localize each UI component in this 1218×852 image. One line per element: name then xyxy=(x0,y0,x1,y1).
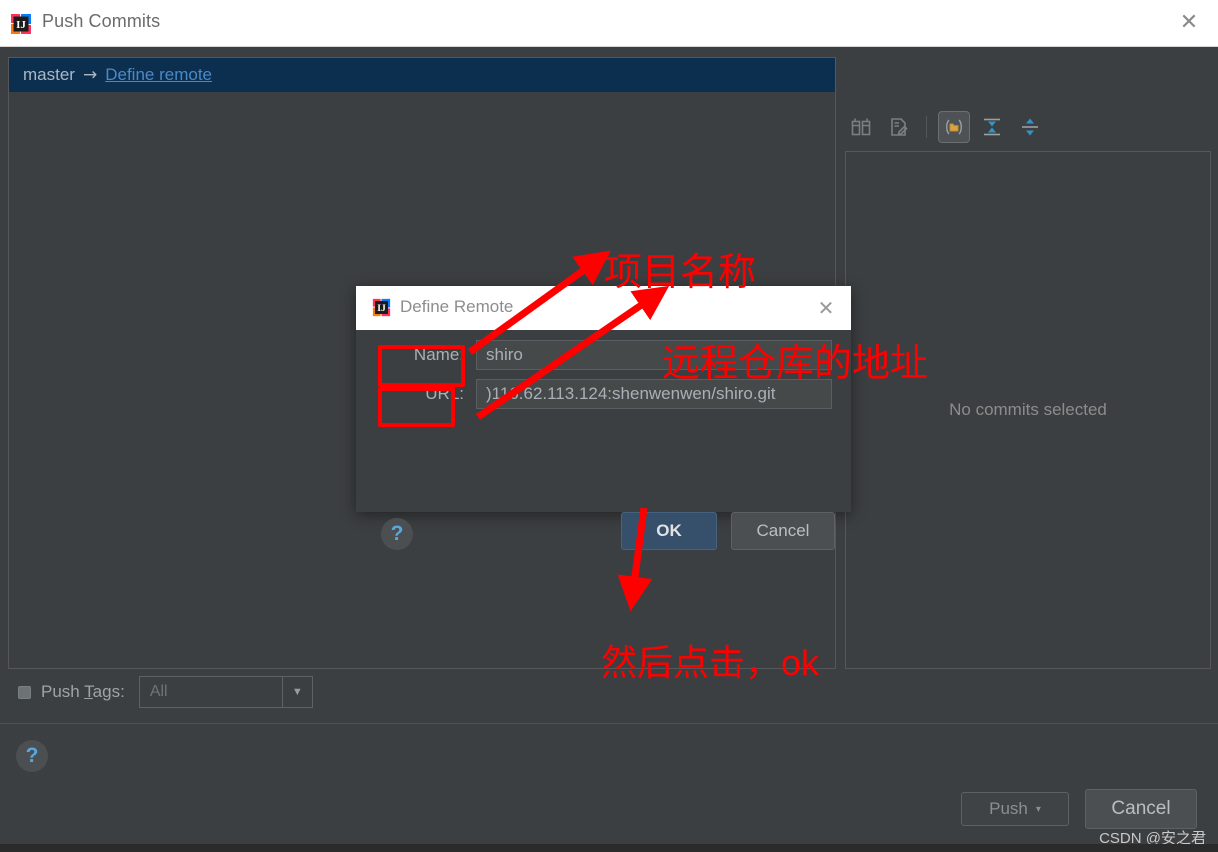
window-titlebar: IJ Push Commits ✕ xyxy=(0,0,1218,47)
branch-row[interactable]: master → Define remote xyxy=(9,58,835,92)
name-input[interactable]: shiro xyxy=(476,340,832,370)
dialog-help-button[interactable]: ? xyxy=(381,518,413,550)
push-tags-label-mnemonic: T xyxy=(84,682,93,701)
name-label: Name: xyxy=(413,345,464,364)
show-diff-icon[interactable] xyxy=(845,111,877,143)
push-tags-row: Push Tags: All ▼ xyxy=(18,676,313,708)
url-label: URL: xyxy=(425,384,464,403)
dialog-title: Define Remote xyxy=(400,297,514,316)
help-icon: ? xyxy=(381,518,413,550)
push-button[interactable]: Push ▾ xyxy=(961,792,1069,826)
define-remote-link[interactable]: Define remote xyxy=(105,65,212,85)
push-commits-window: IJ Push Commits ✕ master → Define remote xyxy=(0,0,1218,852)
help-icon: ? xyxy=(16,740,48,772)
push-tags-combo[interactable]: All ▼ xyxy=(138,676,313,708)
dialog-cancel-button[interactable]: Cancel xyxy=(731,512,835,550)
chevron-down-icon[interactable]: ▼ xyxy=(281,677,312,707)
detail-toolbar xyxy=(845,105,1211,149)
cancel-button-label: Cancel xyxy=(1111,798,1171,819)
svg-text:IJ: IJ xyxy=(16,19,26,31)
dialog-titlebar: IJ Define Remote ✕ xyxy=(356,286,851,330)
chevron-down-icon: ▾ xyxy=(1035,803,1041,815)
footer-separator xyxy=(0,723,1218,724)
url-field-row: URL: )116.62.113.124:shenwenwen/shiro.gi… xyxy=(356,379,832,409)
push-tags-checkbox[interactable] xyxy=(18,685,31,699)
ok-button-label: OK xyxy=(656,521,682,540)
commit-detail-panel: No commits selected xyxy=(845,151,1211,669)
window-title: Push Commits xyxy=(42,11,161,31)
push-tags-combo-value: All xyxy=(149,683,168,700)
svg-text:IJ: IJ xyxy=(377,304,386,314)
cancel-button[interactable]: Cancel xyxy=(1085,789,1197,829)
close-icon[interactable]: ✕ xyxy=(813,296,839,320)
name-field-row: Name: shiro xyxy=(356,340,832,370)
help-button[interactable]: ? xyxy=(16,740,48,772)
intellij-idea-icon: IJ xyxy=(372,298,391,317)
intellij-idea-icon: IJ xyxy=(10,13,32,35)
group-by-directory-icon[interactable] xyxy=(938,111,970,143)
close-icon[interactable]: ✕ xyxy=(1160,0,1218,46)
dialog-cancel-button-label: Cancel xyxy=(756,521,810,540)
edit-note-icon[interactable] xyxy=(883,111,915,143)
empty-state-text: No commits selected xyxy=(949,400,1107,419)
collapse-all-icon[interactable] xyxy=(1014,111,1046,143)
dialog-footer: ? OK Cancel xyxy=(356,424,851,550)
ok-button[interactable]: OK xyxy=(621,512,717,550)
url-input[interactable]: )116.62.113.124:shenwenwen/shiro.git xyxy=(476,379,832,409)
push-button-label: Push xyxy=(989,799,1028,818)
push-tags-label-prefix: Push xyxy=(41,682,85,701)
push-tags-label-suffix: ags: xyxy=(92,682,125,701)
toolbar-separator xyxy=(926,116,927,138)
bottom-strip xyxy=(0,844,1218,852)
push-tags-label: Push Tags: xyxy=(41,682,125,702)
branch-name: master xyxy=(23,65,75,84)
expand-all-icon[interactable] xyxy=(976,111,1008,143)
define-remote-dialog: IJ Define Remote ✕ Name: shiro URL: )116… xyxy=(356,286,851,550)
arrow-icon: → xyxy=(82,65,98,85)
